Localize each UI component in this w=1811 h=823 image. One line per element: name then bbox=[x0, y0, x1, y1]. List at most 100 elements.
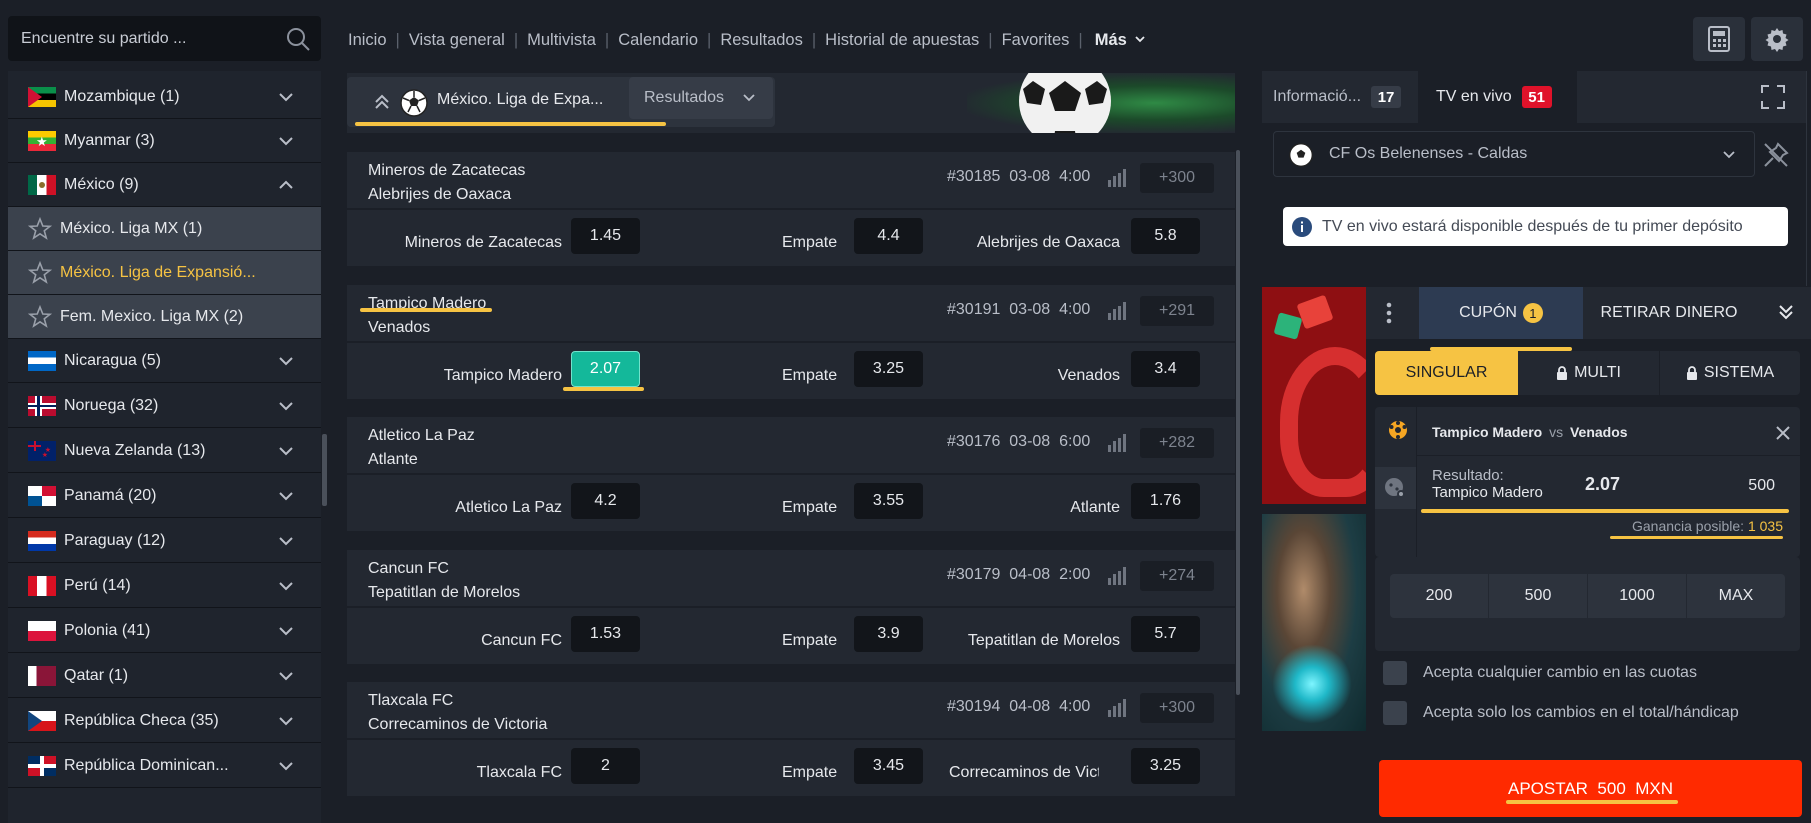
promo-banner[interactable] bbox=[1262, 287, 1366, 504]
fullscreen-icon[interactable] bbox=[1760, 84, 1786, 110]
match-teams[interactable]: Tlaxcala FC Correcaminos de Victoria bbox=[368, 689, 547, 737]
sidebar-item-polonia[interactable]: Polonia (41) bbox=[8, 609, 321, 653]
sidebar-item-paraguay[interactable]: Paraguay (12) bbox=[8, 519, 321, 563]
chevron-down-icon[interactable] bbox=[277, 757, 295, 775]
more-markets-button[interactable]: +291 bbox=[1140, 296, 1214, 326]
calculator-button[interactable] bbox=[1693, 17, 1745, 61]
quick-amount-1000[interactable]: 1000 bbox=[1588, 574, 1687, 618]
search-box[interactable] bbox=[8, 16, 321, 61]
sidebar-item-noruega[interactable]: Noruega (32) bbox=[8, 384, 321, 428]
chevron-down-icon[interactable] bbox=[277, 88, 295, 106]
collapse-down-icon[interactable] bbox=[1777, 303, 1795, 321]
sidebar-subitem-liga-mx[interactable]: México. Liga MX (1) bbox=[8, 207, 321, 251]
sidebar-item-qatar[interactable]: Qatar (1) bbox=[8, 654, 321, 698]
bet-type-sistema[interactable]: SISTEMA bbox=[1659, 351, 1800, 395]
pin-icon[interactable] bbox=[1762, 141, 1790, 169]
bet-type-multi[interactable]: MULTI bbox=[1518, 351, 1659, 395]
match-teams[interactable]: Cancun FC Tepatitlan de Morelos bbox=[368, 557, 520, 605]
sidebar-item-republica-checa[interactable]: República Checa (35) bbox=[8, 699, 321, 743]
more-markets-button[interactable]: +300 bbox=[1140, 693, 1214, 723]
stats-icon[interactable] bbox=[1107, 302, 1129, 320]
sidebar-item-republica-dominicana[interactable]: República Dominican... bbox=[8, 744, 321, 788]
stake-input[interactable] bbox=[1645, 467, 1775, 505]
sidebar-subitem-fem-liga-mx[interactable]: Fem. Mexico. Liga MX (2) bbox=[8, 295, 321, 339]
collapse-icon[interactable] bbox=[373, 93, 391, 111]
quick-amount-500[interactable]: 500 bbox=[1489, 574, 1588, 618]
stats-icon[interactable] bbox=[1107, 434, 1129, 452]
accept-any-checkbox[interactable] bbox=[1383, 661, 1407, 685]
more-markets-button[interactable]: +282 bbox=[1140, 428, 1214, 458]
search-icon[interactable] bbox=[285, 26, 311, 52]
tab-informacion[interactable]: Informació... 17 bbox=[1273, 71, 1402, 123]
odd-draw-button[interactable]: 4.4 bbox=[854, 218, 923, 254]
match-teams[interactable]: Mineros de Zacatecas Alebrijes de Oaxaca bbox=[368, 159, 525, 207]
chevron-down-icon[interactable] bbox=[277, 532, 295, 550]
nav-historial[interactable]: Historial de apuestas bbox=[825, 31, 979, 50]
sidebar-item-peru[interactable]: Perú (14) bbox=[8, 564, 321, 608]
quick-amount-max[interactable]: MAX bbox=[1687, 574, 1785, 618]
bet-type-singular[interactable]: SINGULAR bbox=[1375, 351, 1518, 395]
accept-any-change[interactable]: Acepta cualquier cambio en las cuotas bbox=[1383, 660, 1697, 686]
nav-resultados[interactable]: Resultados bbox=[720, 31, 803, 50]
match-teams[interactable]: Atletico La Paz Atlante bbox=[368, 424, 475, 472]
sidebar-item-nicaragua[interactable]: Nicaragua (5) bbox=[8, 339, 321, 383]
odd-draw-button[interactable]: 3.55 bbox=[854, 483, 923, 519]
stats-icon[interactable] bbox=[1107, 169, 1129, 187]
settings-button[interactable] bbox=[1751, 17, 1803, 61]
stats-icon[interactable] bbox=[1107, 567, 1129, 585]
tv-match-select[interactable]: CF Os Belenenses - Caldas bbox=[1273, 131, 1755, 177]
sidebar-scrollbar[interactable] bbox=[322, 434, 327, 506]
bet-settings-box[interactable] bbox=[1375, 467, 1416, 509]
close-icon[interactable] bbox=[1775, 425, 1791, 441]
chevron-up-icon[interactable] bbox=[277, 176, 295, 194]
kebab-menu-icon[interactable] bbox=[1386, 302, 1392, 324]
chevron-down-icon[interactable] bbox=[277, 577, 295, 595]
odd-home-button[interactable]: 2 bbox=[571, 748, 640, 784]
sidebar-item-panama[interactable]: Panamá (20) bbox=[8, 474, 321, 518]
star-icon[interactable] bbox=[28, 216, 52, 241]
sidebar-item-mexico[interactable]: México (9) bbox=[8, 163, 321, 207]
nav-multivista[interactable]: Multivista bbox=[527, 31, 596, 50]
odd-draw-button[interactable]: 3.45 bbox=[854, 748, 923, 784]
sidebar-subitem-liga-expansion[interactable]: México. Liga de Expansió... bbox=[8, 251, 321, 295]
nav-calendario[interactable]: Calendario bbox=[618, 31, 698, 50]
chevron-down-icon[interactable] bbox=[277, 487, 295, 505]
results-dropdown[interactable]: Resultados bbox=[629, 77, 773, 119]
odd-home-button[interactable]: 4.2 bbox=[571, 483, 640, 519]
odd-home-button[interactable]: 1.53 bbox=[571, 616, 640, 652]
sidebar-item-nueva-zelanda[interactable]: ★ ★ Nueva Zelanda (13) bbox=[8, 429, 321, 473]
odd-away-button[interactable]: 1.76 bbox=[1131, 483, 1200, 519]
more-markets-button[interactable]: +274 bbox=[1140, 561, 1214, 591]
tab-cupon[interactable]: CUPÓN 1 bbox=[1419, 287, 1583, 339]
odd-away-button[interactable]: 3.25 bbox=[1131, 748, 1200, 784]
odd-home-button[interactable]: 1.45 bbox=[571, 218, 640, 254]
nav-more[interactable]: Más bbox=[1095, 31, 1147, 50]
accept-total-change[interactable]: Acepta solo los cambios en el total/hánd… bbox=[1383, 700, 1739, 726]
nav-inicio[interactable]: Inicio bbox=[348, 31, 387, 50]
chevron-down-icon[interactable] bbox=[277, 397, 295, 415]
chevron-down-icon[interactable] bbox=[277, 667, 295, 685]
chevron-down-icon[interactable] bbox=[277, 442, 295, 460]
star-icon[interactable] bbox=[28, 304, 52, 329]
sidebar-item-mozambique[interactable]: Mozambique (1) bbox=[8, 75, 321, 119]
odd-away-button[interactable]: 5.7 bbox=[1131, 616, 1200, 652]
odd-away-button[interactable]: 3.4 bbox=[1131, 351, 1200, 387]
match-teams[interactable]: Tampico Madero Venados bbox=[368, 292, 486, 340]
tab-tv-en-vivo[interactable]: TV en vivo 51 bbox=[1418, 71, 1577, 123]
odd-home-button[interactable]: 2.07 bbox=[571, 351, 640, 387]
star-icon[interactable] bbox=[28, 260, 52, 285]
quick-amount-200[interactable]: 200 bbox=[1390, 574, 1489, 618]
search-input[interactable] bbox=[21, 16, 281, 61]
nav-vista-general[interactable]: Vista general bbox=[409, 31, 505, 50]
chevron-down-icon[interactable] bbox=[277, 352, 295, 370]
odd-draw-button[interactable]: 3.25 bbox=[854, 351, 923, 387]
nav-favorites[interactable]: Favorites bbox=[1002, 31, 1070, 50]
promo-banner[interactable] bbox=[1262, 514, 1366, 731]
tab-retirar-dinero[interactable]: RETIRAR DINERO bbox=[1583, 287, 1755, 339]
stats-icon[interactable] bbox=[1107, 699, 1129, 717]
odd-away-button[interactable]: 5.8 bbox=[1131, 218, 1200, 254]
sidebar-item-myanmar[interactable]: ★ Myanmar (3) bbox=[8, 119, 321, 163]
center-scrollbar[interactable] bbox=[1236, 150, 1240, 695]
chevron-down-icon[interactable] bbox=[277, 622, 295, 640]
chevron-down-icon[interactable] bbox=[277, 132, 295, 150]
